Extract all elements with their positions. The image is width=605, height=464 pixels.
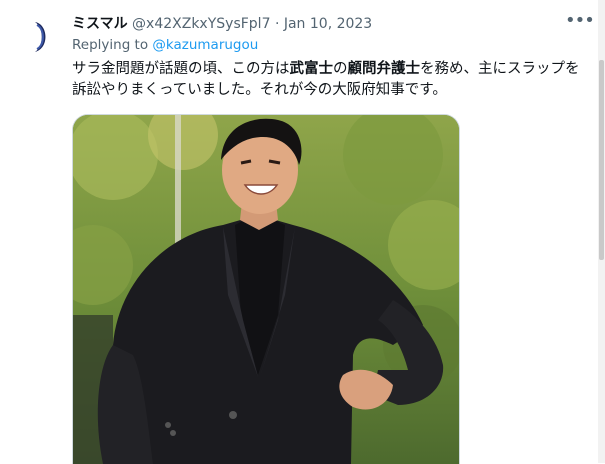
reply-prefix: Replying to [72, 37, 149, 53]
photo-image [73, 115, 459, 464]
author-handle[interactable]: @x42XZkxYSysFpl7 [132, 16, 270, 32]
tweet-text-bold: 顧問弁護士 [347, 61, 421, 77]
tweet-text: サラ金問題が話題の頃、この方は武富士の顧問弁護士を務め、主にスラップを訴訟やりま… [72, 59, 592, 101]
replying-to: Replying to @kazumarugou [72, 37, 258, 53]
reply-mention-link[interactable]: @kazumarugou [152, 37, 258, 53]
avatar[interactable] [18, 12, 66, 60]
tweet-photo[interactable] [72, 114, 460, 464]
more-button[interactable]: ••• [565, 11, 595, 33]
tweet-header: ミスマル @x42XZkxYSysFpl7 · Jan 10, 2023 [72, 13, 372, 33]
tweet-text-bold: 武富士 [289, 61, 334, 77]
tweet-date[interactable]: Jan 10, 2023 [284, 16, 372, 32]
separator: · [274, 16, 280, 32]
tweet[interactable]: ミスマル @x42XZkxYSysFpl7 · Jan 10, 2023 •••… [0, 0, 605, 464]
tweet-text-part: サラ金問題が話題の頃、この方は [72, 61, 290, 77]
scrollbar-thumb[interactable] [599, 60, 604, 260]
tweet-text-part: の [333, 61, 348, 77]
author-name[interactable]: ミスマル [72, 16, 128, 32]
more-horizontal-icon: ••• [565, 10, 595, 31]
crescent-avatar-icon [19, 13, 65, 59]
